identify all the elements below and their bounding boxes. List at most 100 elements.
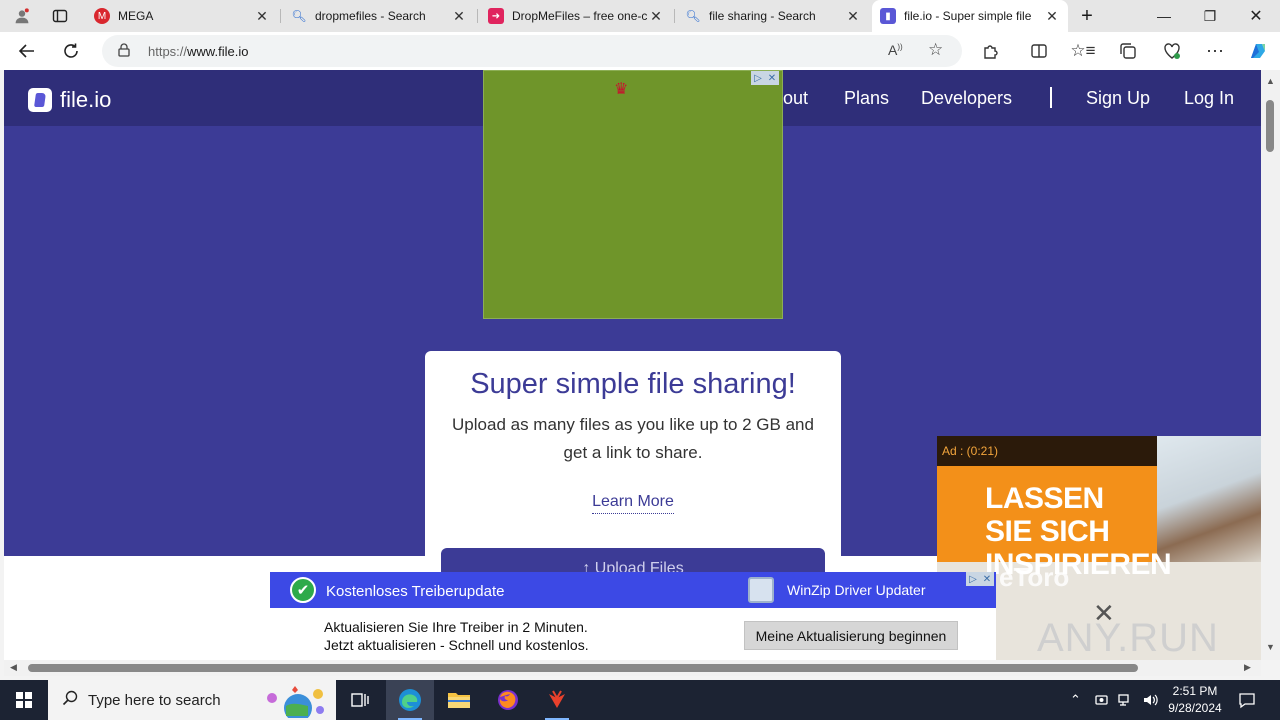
tab-separator	[477, 9, 478, 23]
adchoices-badge[interactable]: ▷ ✕	[751, 71, 779, 85]
back-arrow-icon	[18, 44, 34, 58]
minimize-button[interactable]: —	[1141, 0, 1187, 32]
copilot-button[interactable]	[1243, 36, 1273, 66]
scroll-thumb[interactable]	[28, 664, 1138, 672]
volume-icon[interactable]	[1142, 680, 1158, 720]
anyrun-app-icon	[549, 690, 565, 708]
tab-title: DropMeFiles – free one-c	[512, 9, 648, 23]
top-banner-ad[interactable]: ♛ ▷ ✕	[483, 70, 783, 319]
ad-body: Aktualisieren Sie Ihre Treiber in 2 Minu…	[324, 618, 589, 654]
extensions-button[interactable]	[976, 36, 1006, 66]
favorite-star-icon[interactable]: ☆	[928, 40, 943, 60]
taskbar-edge[interactable]	[386, 680, 434, 720]
scroll-down-arrow-icon[interactable]: ▼	[1266, 642, 1275, 652]
tab-dropmefiles-search[interactable]: 🔍︎ dropmefiles - Search ✕	[283, 0, 475, 32]
fileio-logo-icon	[28, 88, 52, 112]
ad-timer-label: Ad : (0:21)	[937, 436, 1157, 466]
ad-close-icon[interactable]: ✕	[1093, 598, 1115, 629]
close-icon[interactable]: ✕	[451, 8, 467, 24]
taskbar-firefox[interactable]	[484, 680, 532, 720]
tab-mega[interactable]: M MEGA ✕	[86, 0, 278, 32]
taskbar-search[interactable]: Type here to search	[48, 680, 336, 720]
close-icon[interactable]: ✕	[648, 8, 664, 24]
profile-button[interactable]	[6, 0, 38, 32]
favorites-icon: ☆≡	[1070, 41, 1096, 60]
close-icon[interactable]: ✕	[980, 572, 994, 586]
collections-button[interactable]	[1113, 36, 1143, 66]
ad-headline: Kostenloses Treiberupdate	[326, 583, 505, 600]
browser-essentials-button[interactable]	[1157, 36, 1187, 66]
close-icon[interactable]: ✕	[765, 71, 779, 85]
vertical-scrollbar[interactable]: ▲ ▼	[1261, 70, 1280, 660]
learn-more-link[interactable]: Learn More	[592, 493, 674, 514]
notification-icon	[1239, 693, 1255, 709]
tab-fileio[interactable]: ▮ file.io - Super simple file ✕	[872, 0, 1068, 32]
close-icon[interactable]: ✕	[254, 8, 270, 24]
refresh-button[interactable]	[56, 36, 86, 66]
scroll-thumb[interactable]	[1266, 100, 1274, 152]
tab-file-sharing-search[interactable]: 🔍︎ file sharing - Search ✕	[677, 0, 869, 32]
scroll-right-arrow-icon[interactable]: ▶	[1244, 662, 1251, 673]
url-text[interactable]: https://www.file.io	[148, 44, 248, 59]
browser-toolbar: https://www.file.io A)) ☆ ☆≡ ⋯	[0, 32, 1280, 70]
scroll-up-arrow-icon[interactable]: ▲	[1266, 76, 1275, 86]
network-icon[interactable]	[1118, 680, 1134, 720]
tab-strip: M MEGA ✕ 🔍︎ dropmefiles - Search ✕ ➜ Dro…	[0, 0, 1280, 32]
window-close-button[interactable]: ✕	[1233, 0, 1279, 32]
taskbar-anyrun-app[interactable]	[533, 680, 581, 720]
show-hidden-icons-button[interactable]: ⌃	[1070, 680, 1081, 720]
split-screen-button[interactable]	[1024, 36, 1054, 66]
taskbar-clock[interactable]: 2:51 PM 9/28/2024	[1162, 683, 1228, 717]
ad-headline: LASSEN SIE SICH INSPIRIEREN	[937, 466, 1172, 581]
nav-sign-up-link[interactable]: Sign Up	[1086, 88, 1150, 109]
scroll-left-arrow-icon[interactable]: ◀	[10, 662, 17, 673]
page-headline: Super simple file sharing!	[470, 368, 796, 400]
task-view-icon	[351, 693, 369, 707]
task-view-button[interactable]	[336, 680, 384, 720]
search-highlight-icon	[267, 686, 324, 718]
ad-brand: eToro	[999, 562, 1070, 592]
adchoices-icon[interactable]: ▷	[751, 71, 765, 85]
new-tab-button[interactable]: +	[1072, 0, 1102, 32]
refresh-icon	[64, 43, 78, 58]
tab-actions-button[interactable]	[44, 0, 76, 32]
back-button[interactable]	[12, 36, 42, 66]
maximize-button[interactable]: ❐	[1187, 0, 1233, 32]
more-dots-icon: ⋯	[1206, 40, 1224, 61]
search-icon	[62, 690, 78, 711]
notifications-button[interactable]	[1238, 680, 1256, 720]
collections-icon	[1120, 43, 1136, 59]
tab-separator	[280, 9, 281, 23]
address-bar[interactable]: https://www.file.io A)) ☆	[102, 35, 962, 67]
ad-cta-button[interactable]: Meine Aktualisierung beginnen	[744, 621, 958, 650]
nav-log-in-link[interactable]: Log In	[1184, 88, 1234, 109]
fileio-logo[interactable]: file.io	[28, 87, 111, 113]
bottom-banner-ad[interactable]: ✔ Kostenloses Treiberupdate WinZip Drive…	[270, 572, 996, 660]
url-scheme: https://	[148, 43, 188, 59]
windows-taskbar: Type here to search ⌃ 2:51 PM 9/28/2024	[0, 680, 1280, 720]
close-icon[interactable]: ✕	[1044, 8, 1060, 24]
taskbar-file-explorer[interactable]	[435, 680, 483, 720]
tab-dropmefiles[interactable]: ➜ DropMeFiles – free one-c ✕	[480, 0, 672, 32]
adchoices-icon[interactable]: ▷	[966, 572, 980, 586]
lock-icon[interactable]	[118, 42, 134, 60]
tab-title: file.io - Super simple file	[904, 9, 1032, 23]
profile-icon	[15, 8, 29, 24]
tab-title: dropmefiles - Search	[315, 9, 426, 23]
page-viewport: file.io About Plans Developers Sign Up L…	[4, 70, 1261, 660]
start-button[interactable]	[0, 680, 48, 720]
defender-tray-icon[interactable]	[1094, 680, 1110, 720]
mega-icon: M	[94, 8, 110, 24]
adchoices-badge[interactable]: ▷ ✕	[966, 572, 994, 586]
tab-actions-icon	[52, 9, 68, 23]
fileio-icon: ▮	[880, 8, 896, 24]
horizontal-scrollbar[interactable]: ◀ ▶	[4, 660, 1261, 676]
firefox-icon	[498, 690, 518, 710]
checkmark-icon: ✔	[290, 577, 316, 603]
close-icon[interactable]: ✕	[845, 8, 861, 24]
read-aloud-icon[interactable]: A))	[888, 42, 903, 58]
settings-more-button[interactable]: ⋯	[1200, 36, 1230, 66]
nav-plans-link[interactable]: Plans	[844, 88, 889, 109]
nav-developers-link[interactable]: Developers	[921, 88, 1012, 109]
favorites-button[interactable]: ☆≡	[1068, 36, 1098, 66]
